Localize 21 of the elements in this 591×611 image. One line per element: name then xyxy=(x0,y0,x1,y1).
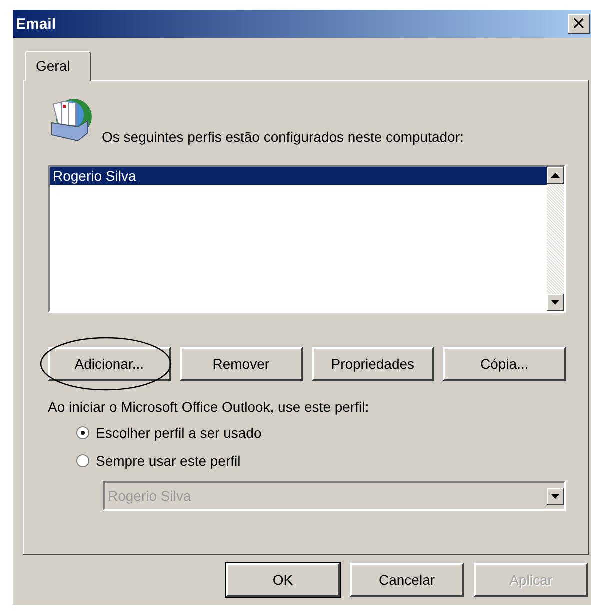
close-button[interactable]: × xyxy=(568,14,590,34)
up-arrow-icon xyxy=(551,173,560,178)
radio-button[interactable] xyxy=(76,426,90,440)
profile-button[interactable]: Cópia... xyxy=(443,347,566,381)
profiles-label: Os seguintes perfis estão configurados neste computador: xyxy=(102,129,464,147)
profile-button[interactable]: Adicionar... xyxy=(48,347,171,381)
profile-list[interactable]: Rogerio Silva xyxy=(48,165,566,313)
down-arrow-icon xyxy=(551,300,560,305)
dialog-button[interactable]: Cancelar xyxy=(350,563,464,597)
radio-option[interactable]: Escolher perfil a ser usado xyxy=(76,425,566,441)
down-arrow-icon xyxy=(551,494,560,498)
tab[interactable]: Geral xyxy=(25,51,92,81)
window-title: Email xyxy=(16,16,56,32)
dialog-button[interactable]: OK xyxy=(226,563,340,597)
profile-button[interactable]: Remover xyxy=(180,347,302,381)
profile-button[interactable]: Propriedades xyxy=(312,347,434,381)
scrollbar[interactable] xyxy=(547,167,564,311)
radio-button[interactable] xyxy=(76,454,90,468)
radio-option[interactable]: Sempre usar este perfil xyxy=(76,453,566,469)
startup-label: Ao iniciar o Microsoft Office Outlook, use este perfil: xyxy=(48,399,370,415)
profile-item[interactable]: Rogerio Silva xyxy=(50,167,547,185)
